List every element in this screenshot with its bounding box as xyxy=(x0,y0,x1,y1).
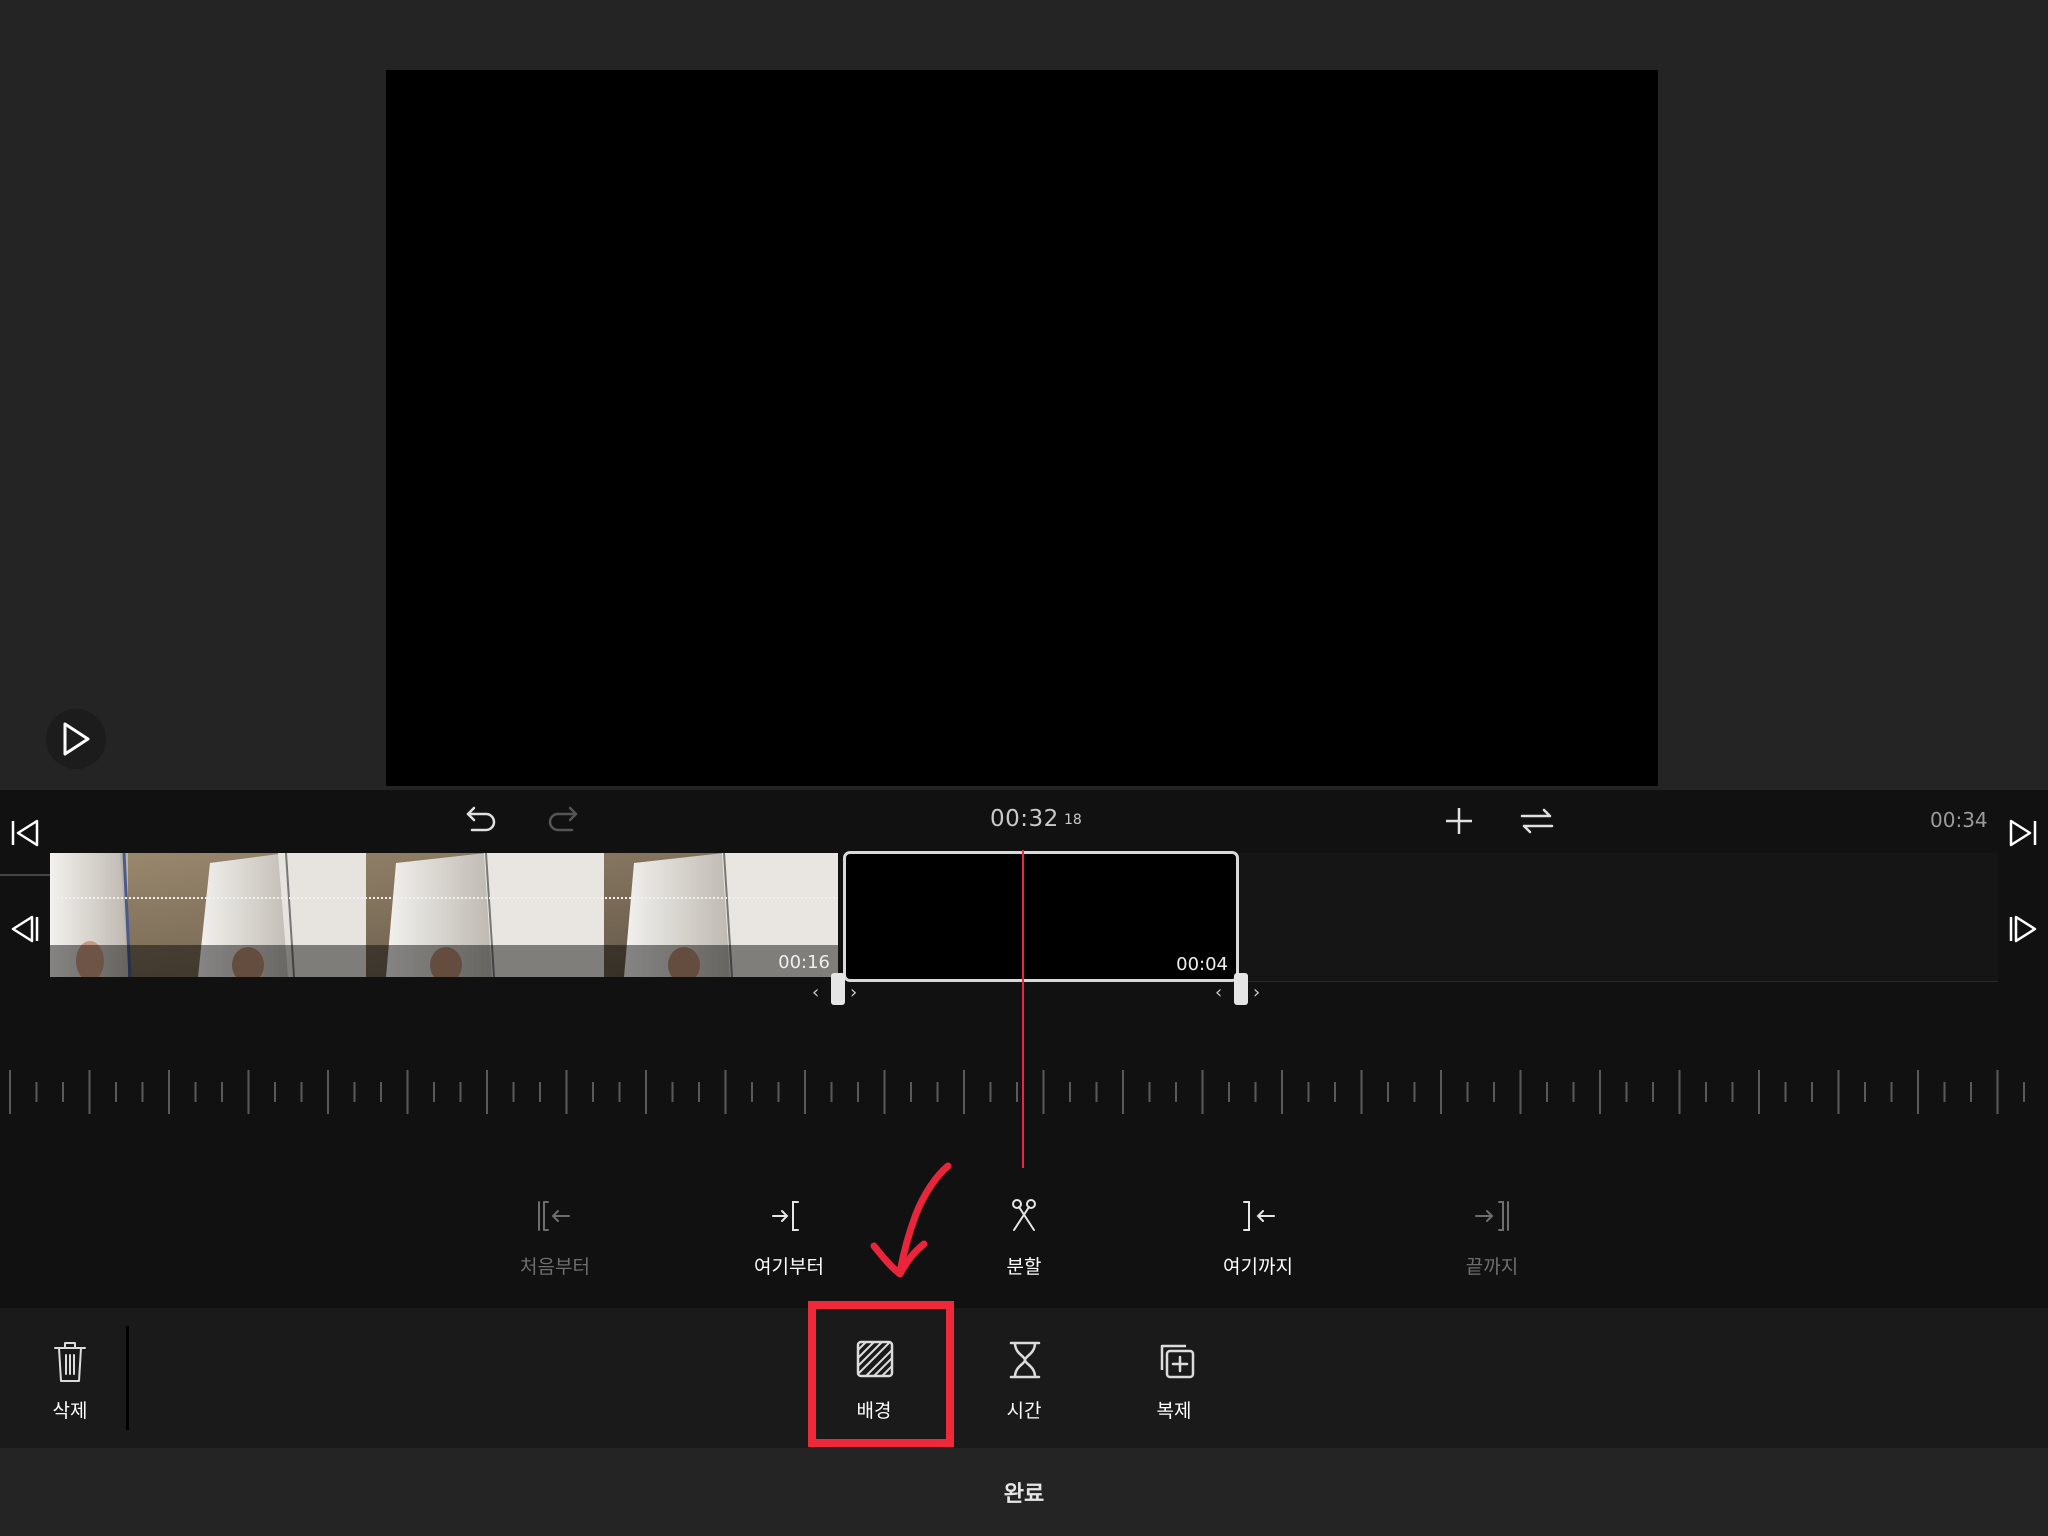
play-button[interactable] xyxy=(46,709,106,769)
current-timecode: 00:32 xyxy=(990,806,1059,832)
timeline-ruler[interactable] xyxy=(8,1068,2028,1116)
trim-to-here-icon xyxy=(1243,1201,1275,1231)
trash-icon xyxy=(54,1342,86,1382)
delete-label: 삭제 xyxy=(52,1400,88,1422)
tool-label: 처음부터 xyxy=(520,1256,590,1278)
tool-label: 여기까지 xyxy=(1223,1256,1293,1278)
trim-from-start-tool[interactable]: 처음부터 xyxy=(465,1190,645,1280)
duplicate-button[interactable]: 복제 xyxy=(1124,1330,1224,1430)
annotation-highlight-box xyxy=(808,1301,954,1447)
next-frame-icon[interactable] xyxy=(2008,914,2038,944)
trim-to-end-tool[interactable]: 끝까지 xyxy=(1402,1190,1582,1280)
empty-track xyxy=(1236,853,1998,982)
trim-right-arrow-icon: › xyxy=(1253,982,1261,1003)
split-tool[interactable]: 분할 xyxy=(934,1190,1114,1280)
tool-label: 분할 xyxy=(1006,1256,1042,1278)
tool-label: 끝까지 xyxy=(1465,1256,1519,1278)
audio-volume-line xyxy=(50,897,838,899)
clip-duration: 00:04 xyxy=(1176,954,1228,975)
video-preview xyxy=(386,70,1658,786)
trim-right-arrow-icon: › xyxy=(850,982,858,1003)
add-icon[interactable] xyxy=(1444,806,1474,836)
redo-icon[interactable] xyxy=(546,804,580,834)
trim-handle-end[interactable] xyxy=(1234,973,1248,1005)
playhead[interactable] xyxy=(1022,850,1024,1168)
scissors-icon xyxy=(1012,1199,1036,1231)
skip-to-start-icon[interactable] xyxy=(10,818,40,848)
trim-to-end-icon xyxy=(1475,1201,1509,1231)
trim-left-arrow-icon: ‹ xyxy=(812,982,820,1003)
duplicate-label: 복제 xyxy=(1156,1400,1192,1422)
play-icon xyxy=(63,722,90,756)
skip-to-end-icon[interactable] xyxy=(2008,818,2038,848)
tool-label: 여기부터 xyxy=(754,1256,824,1278)
trim-left-arrow-icon: ‹ xyxy=(1215,982,1223,1003)
timeline-divider xyxy=(0,874,50,876)
time-label: 시간 xyxy=(1006,1400,1042,1422)
time-button[interactable]: 시간 xyxy=(974,1330,1074,1430)
clip-label-band xyxy=(50,945,838,977)
trim-from-here-icon xyxy=(772,1201,799,1231)
swap-icon[interactable] xyxy=(1520,806,1554,836)
clip-duration: 00:16 xyxy=(778,952,830,973)
toolbar-divider xyxy=(126,1326,129,1430)
hourglass-icon xyxy=(1009,1341,1041,1379)
duplicate-icon xyxy=(1160,1344,1195,1379)
selected-clip[interactable]: 00:04 xyxy=(843,851,1239,982)
current-frame: 18 xyxy=(1064,812,1082,828)
trim-from-here-tool[interactable]: 여기부터 xyxy=(699,1190,879,1280)
delete-button[interactable]: 삭제 xyxy=(20,1330,120,1430)
done-button[interactable]: 완료 xyxy=(0,1476,2048,1508)
trim-handle-start[interactable] xyxy=(831,973,845,1005)
trim-to-here-tool[interactable]: 여기까지 xyxy=(1168,1190,1348,1280)
annotation-arrow-icon xyxy=(870,1162,952,1278)
video-clip[interactable]: 00:16 xyxy=(50,853,838,977)
undo-icon[interactable] xyxy=(464,804,498,834)
trim-from-start-icon xyxy=(538,1201,570,1231)
previous-frame-icon[interactable] xyxy=(10,914,40,944)
total-duration: 00:34 xyxy=(1930,808,1988,832)
